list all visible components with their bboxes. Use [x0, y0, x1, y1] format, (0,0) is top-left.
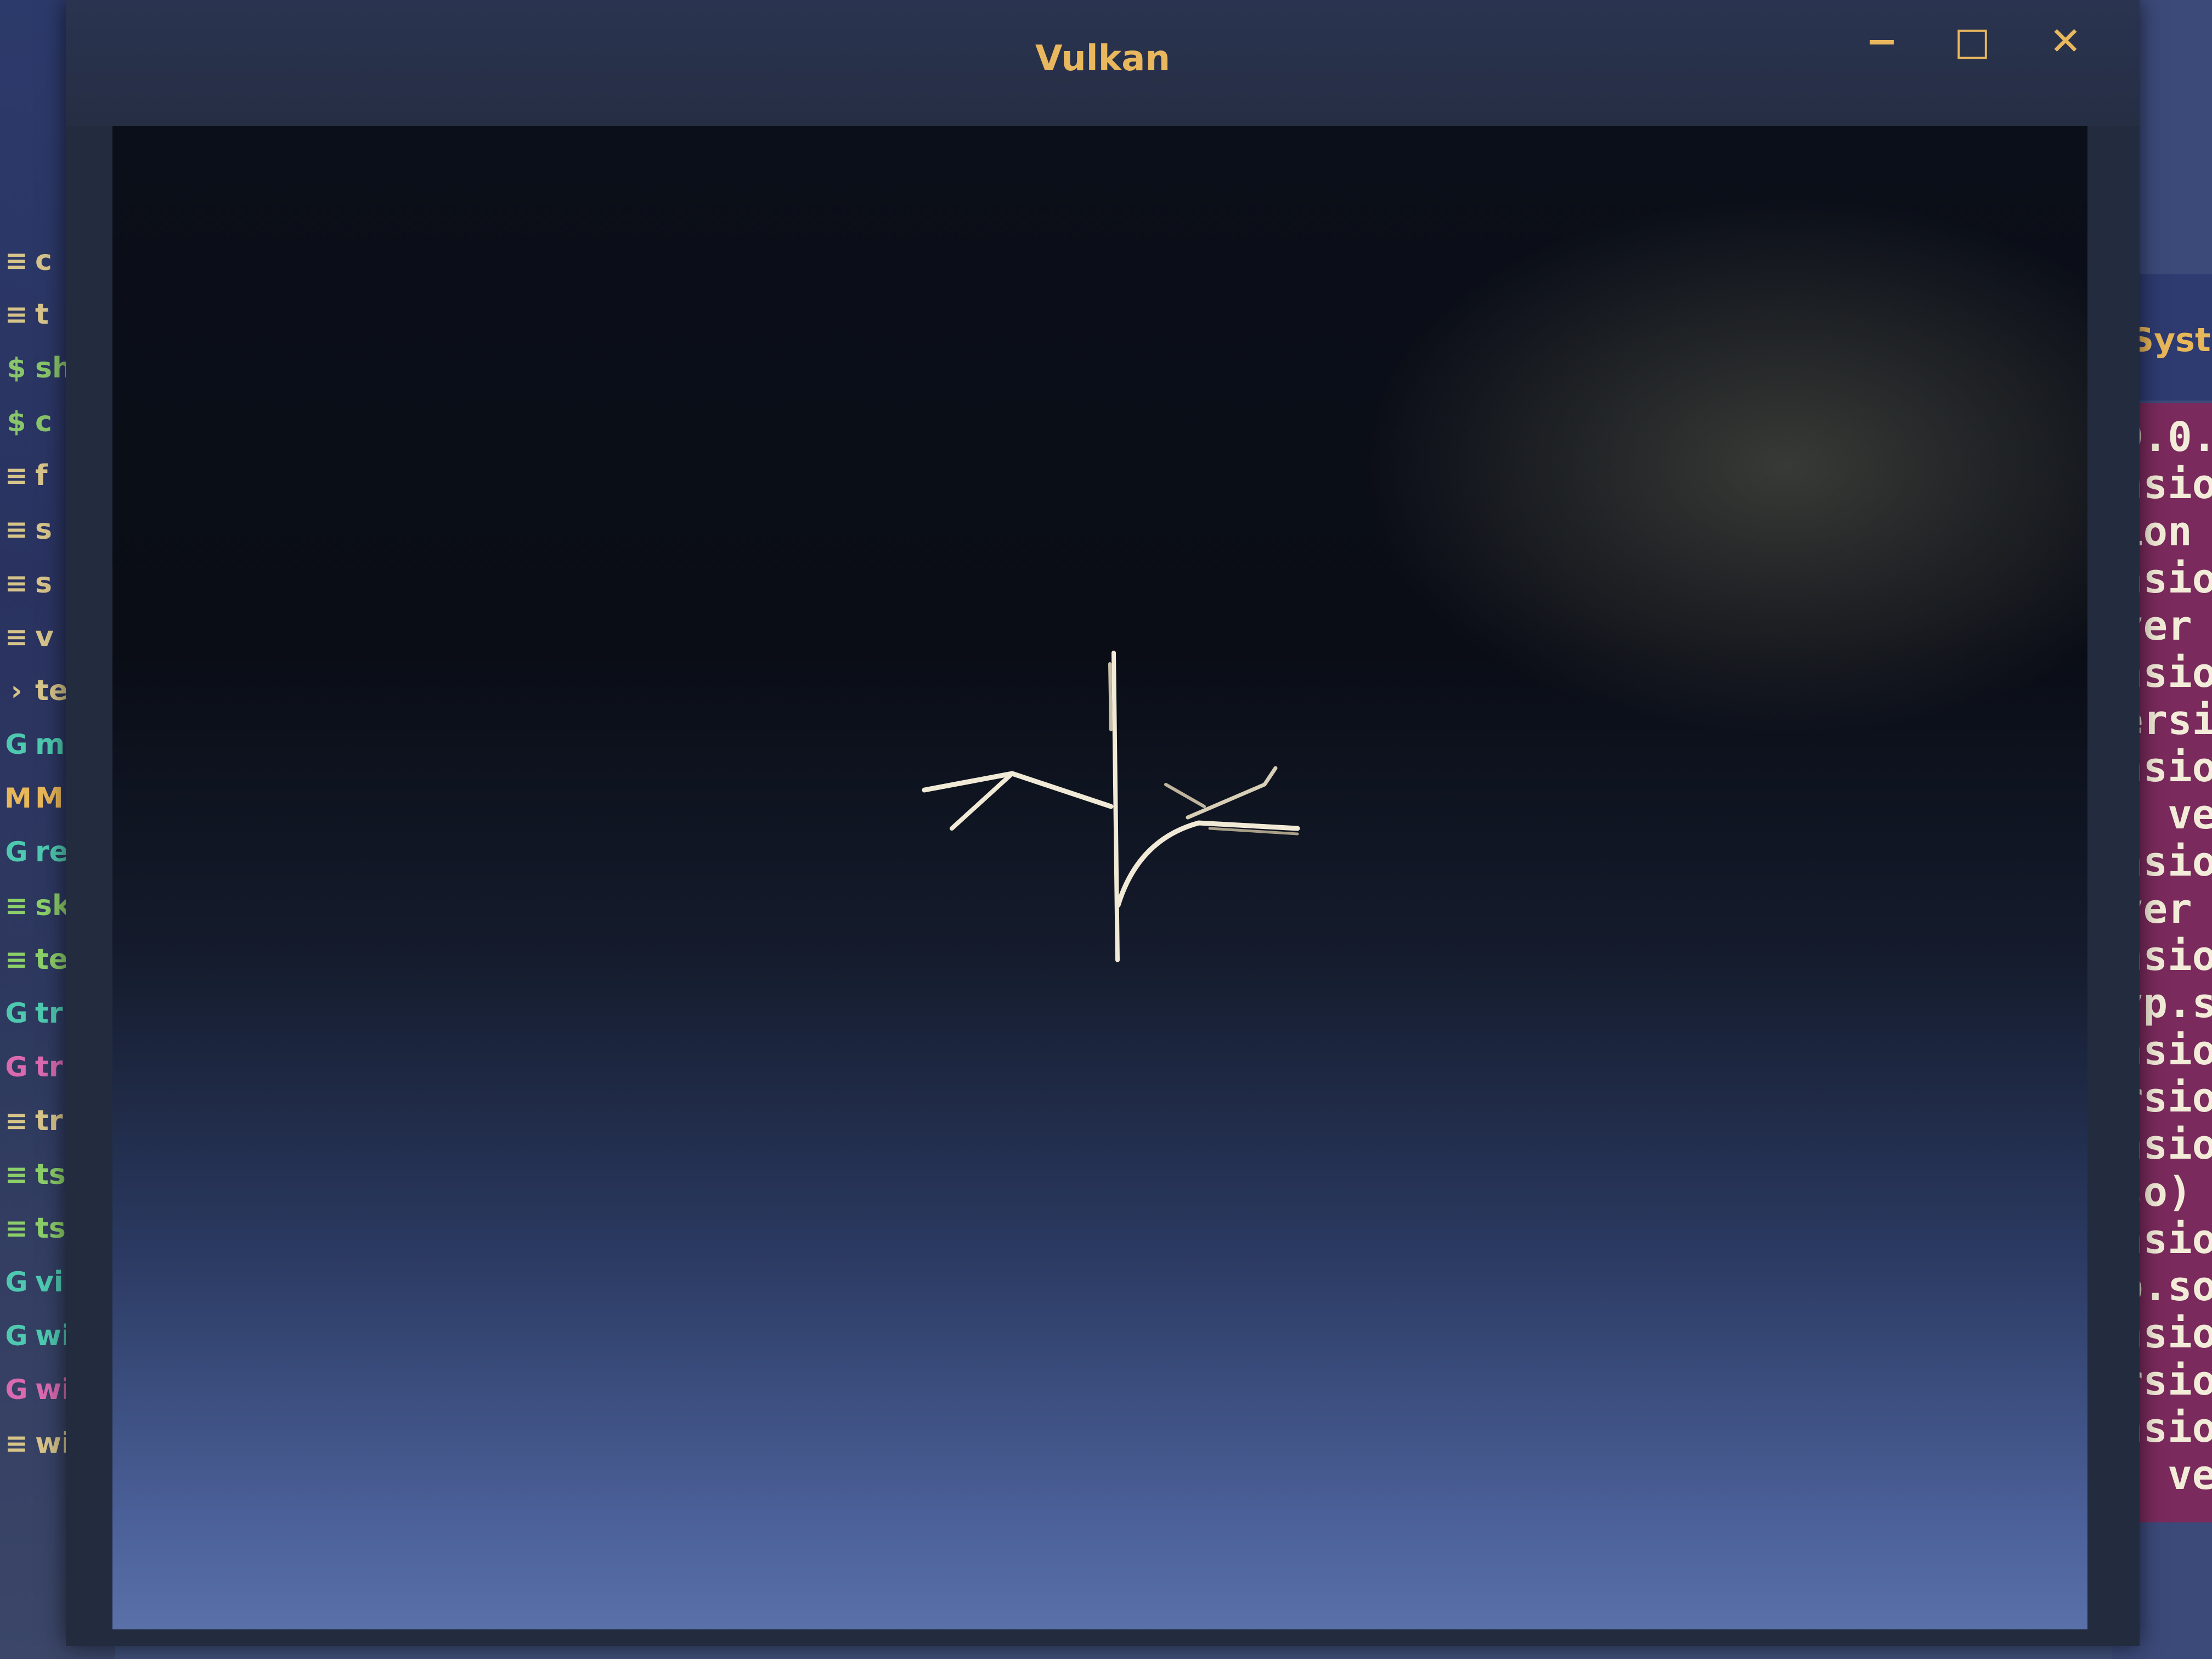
- file-type-icon: $: [7, 352, 26, 384]
- file-type-icon: ≡: [5, 1105, 28, 1137]
- file-type-icon: ≡: [5, 245, 28, 276]
- plant-right-leaf-vein: [1164, 783, 1206, 808]
- file-type-icon: ≡: [5, 890, 28, 922]
- maximize-button[interactable]: □: [1939, 11, 2005, 71]
- plant-right-branch: [1115, 820, 1300, 908]
- file-type-icon: ≡: [5, 1212, 28, 1244]
- file-type-icon: ≡: [5, 460, 28, 492]
- minimize-button[interactable]: −: [1849, 11, 1915, 71]
- plant-left-leaf: [922, 771, 1114, 809]
- file-type-icon: $: [7, 406, 26, 438]
- plant-wireframe: [922, 651, 1300, 962]
- file-type-icon: ›: [10, 675, 22, 707]
- file-type-icon: G: [5, 997, 28, 1029]
- window-title: Vulkan: [1035, 38, 1171, 79]
- vulkan-window[interactable]: Vulkan − □ ✕: [66, 0, 2140, 1646]
- file-type-icon: G: [5, 1320, 28, 1352]
- file-type-icon: ≡: [5, 514, 28, 545]
- plant-stem: [1111, 651, 1120, 962]
- file-type-icon: G: [5, 729, 28, 760]
- file-type-icon: G: [5, 836, 28, 868]
- file-type-icon: ≡: [5, 567, 28, 599]
- plant-stem-top: [1108, 662, 1113, 731]
- file-type-icon: G: [5, 1266, 28, 1298]
- file-type-icon: M: [4, 782, 32, 814]
- close-button[interactable]: ✕: [2033, 11, 2098, 71]
- window-titlebar[interactable]: Vulkan − □ ✕: [66, 0, 2140, 126]
- file-type-icon: ≡: [5, 621, 28, 653]
- plant-right-leaf: [1186, 766, 1278, 820]
- file-type-icon: ≡: [5, 944, 28, 975]
- file-type-icon: G: [5, 1051, 28, 1083]
- file-type-icon: ≡: [5, 1159, 28, 1190]
- file-type-icon: ≡: [5, 1427, 28, 1459]
- file-type-icon: G: [5, 1374, 28, 1406]
- render-viewport[interactable]: [112, 126, 2087, 1629]
- file-type-icon: ≡: [5, 298, 28, 330]
